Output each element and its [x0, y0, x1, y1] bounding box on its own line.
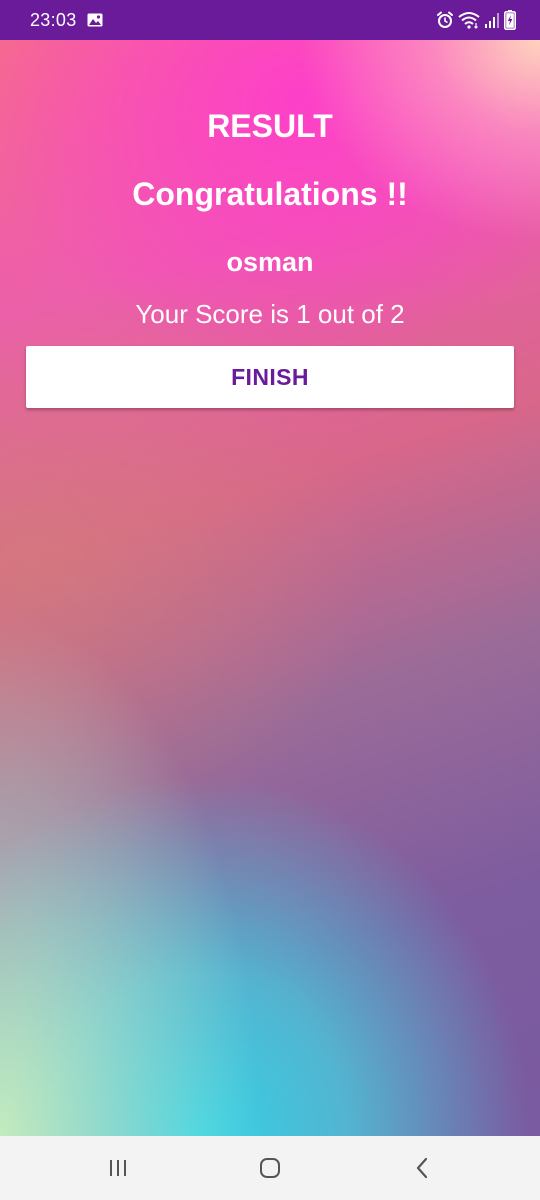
back-icon[interactable] — [392, 1148, 452, 1188]
result-screen: RESULT Congratulations !! osman Your Sco… — [0, 40, 540, 1136]
navigation-bar — [0, 1136, 540, 1200]
status-bar: 23:03 — [0, 0, 540, 40]
signal-icon — [484, 11, 500, 29]
home-icon[interactable] — [240, 1148, 300, 1188]
congratulations-text: Congratulations !! — [132, 176, 408, 212]
gallery-icon — [87, 13, 103, 27]
score-text: Your Score is 1 out of 2 — [135, 299, 405, 329]
finish-button[interactable]: FINISH — [26, 346, 514, 408]
alarm-icon — [436, 11, 454, 29]
username-text: osman — [226, 247, 314, 277]
status-time: 23:03 — [30, 9, 77, 30]
result-title: RESULT — [207, 108, 333, 144]
battery-icon — [504, 10, 516, 30]
recent-apps-icon[interactable] — [88, 1148, 148, 1188]
wifi-icon — [458, 11, 480, 29]
